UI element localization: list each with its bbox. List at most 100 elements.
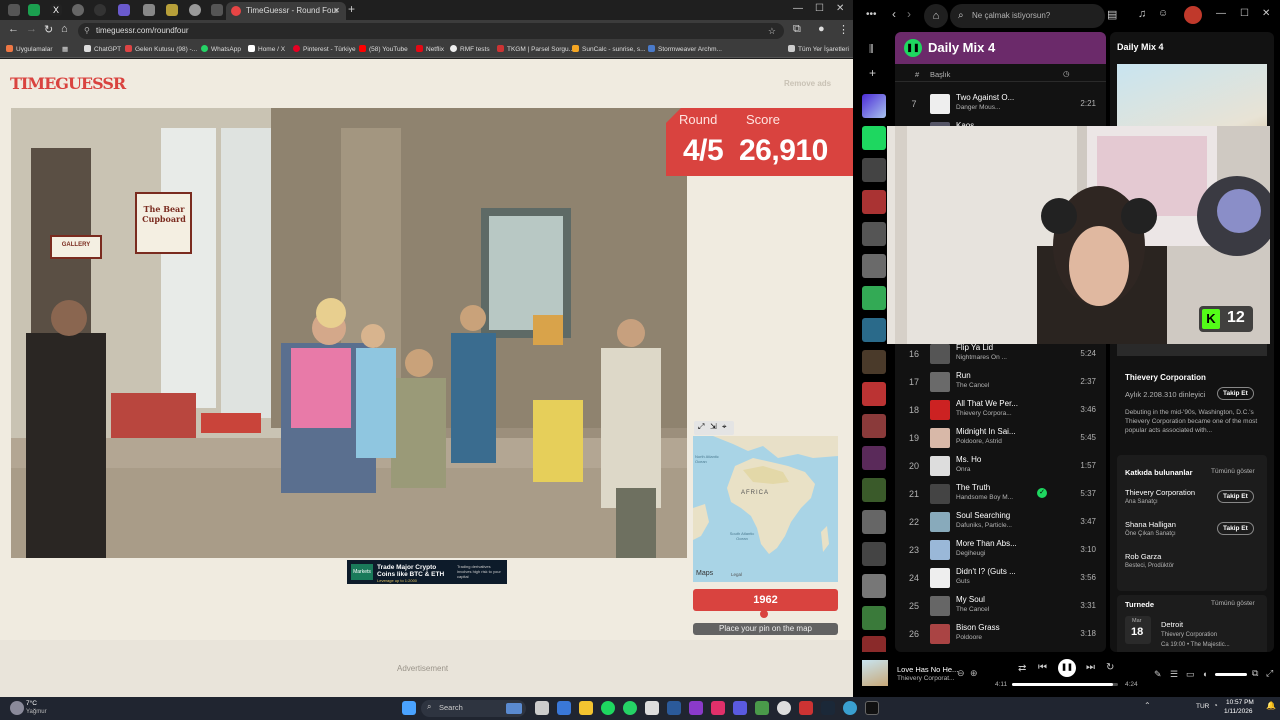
year-slider[interactable]: 1962	[693, 589, 838, 611]
menu-dots-icon[interactable]: •••	[866, 9, 877, 20]
playlist-thumb[interactable]	[862, 126, 886, 150]
track-row[interactable]: 26 Bison Grass Poldoore 3:18	[895, 620, 1106, 648]
add-to-playlist-icon[interactable]: ⊖	[957, 668, 965, 679]
app-icon[interactable]	[557, 701, 571, 715]
track-row[interactable]: 7 Two Against O... Danger Mous... 2:21	[895, 90, 1106, 118]
progress-bar[interactable]	[1012, 683, 1118, 686]
minimize-icon[interactable]: —	[1216, 8, 1226, 19]
now-playing-title[interactable]: Love Has No He...	[897, 665, 958, 674]
map-legal-link[interactable]: Legal	[731, 572, 742, 577]
previous-icon[interactable]: ⏮	[1038, 662, 1047, 673]
whatsapp-taskbar-icon[interactable]	[623, 701, 637, 715]
track-row[interactable]: 17 Run The Cancel 2:37	[895, 368, 1106, 396]
tab-muted-icon[interactable]	[211, 4, 223, 16]
credit-name[interactable]: Rob Garza	[1125, 552, 1161, 561]
bookmark-item[interactable]: RMF tests	[450, 44, 490, 56]
playlist-thumb[interactable]	[862, 254, 886, 278]
liked-songs-thumb[interactable]	[862, 94, 886, 118]
playlist-thumb[interactable]	[862, 158, 886, 182]
timeguessr-logo[interactable]: TIMEGUESSR	[10, 70, 126, 98]
tab-github-icon[interactable]	[94, 4, 106, 16]
playlist-thumb[interactable]	[862, 478, 886, 502]
artist-name[interactable]: Thievery Corporation	[1125, 373, 1206, 382]
crypto-ad-banner[interactable]: Markets Trade Major Crypto Coins like BT…	[347, 560, 507, 584]
chrome-taskbar-icon[interactable]	[777, 701, 791, 715]
track-row[interactable]: 23 More Than Abs... Degiheugi 3:10	[895, 536, 1106, 564]
now-playing-art[interactable]	[862, 660, 888, 686]
network-icon[interactable]: ◔	[1213, 701, 1218, 710]
start-icon[interactable]	[402, 701, 416, 715]
playlist-thumb[interactable]	[862, 446, 886, 470]
pause-icon[interactable]: ❚❚	[1058, 659, 1076, 677]
bookmark-grid-icon[interactable]: ▦	[62, 44, 68, 56]
taskbar-search[interactable]: ⌕ Search	[421, 700, 526, 717]
bookmark-item[interactable]: WhatsApp	[201, 44, 241, 56]
now-playing-view-icon[interactable]: ✎	[1154, 669, 1162, 680]
task-view-icon[interactable]	[535, 701, 549, 715]
bookmark-item[interactable]: Pinterest - Türkiye	[293, 44, 356, 56]
spotify-taskbar-icon[interactable]	[601, 701, 615, 715]
spotify-search-input[interactable]: ⌕ Ne çalmak istiyorsun?	[950, 4, 1105, 28]
tab-timeguessr[interactable]: TimeGuessr - Round Four ✕	[226, 2, 346, 20]
tray-chevron-icon[interactable]: ⌃	[1144, 701, 1151, 710]
app-icon[interactable]	[689, 701, 703, 715]
track-row[interactable]: 21 The Truth Handsome Boy M... ✓ 5:37	[895, 480, 1106, 508]
col-title[interactable]: Başlık	[930, 70, 950, 79]
tour-city[interactable]: Detroit	[1161, 620, 1183, 629]
map-fullscreen-icon[interactable]: ⤢	[698, 422, 704, 432]
bookmark-item[interactable]: Home / X	[248, 44, 285, 56]
app-icon[interactable]	[645, 701, 659, 715]
playlist-thumb[interactable]	[862, 510, 886, 534]
bookmark-item[interactable]: Stormweaver Archm...	[648, 44, 722, 56]
maximize-icon[interactable]: ☐	[815, 3, 824, 14]
app-icon[interactable]	[865, 701, 879, 715]
close-icon[interactable]: ✕	[1262, 8, 1270, 19]
create-playlist-icon[interactable]: +	[869, 66, 876, 80]
track-row[interactable]: 19 Midnight In Sai... Poldoore, Astrid 5:4…	[895, 424, 1106, 452]
map-expand-icon[interactable]: ⇲	[710, 422, 717, 431]
back-icon[interactable]: ←	[8, 23, 19, 35]
clock-date[interactable]: 1/11/2026	[1224, 708, 1252, 715]
photoshop-icon[interactable]	[667, 701, 681, 715]
follow-button[interactable]: Takip Et	[1217, 490, 1254, 503]
menu-icon[interactable]: ⋮	[838, 23, 849, 36]
playlist-thumb[interactable]	[862, 350, 886, 374]
shuffle-icon[interactable]: ⇄	[1018, 663, 1026, 674]
volume-icon[interactable]: ◖	[1202, 669, 1207, 679]
track-row[interactable]: 20 Ms. Ho Onra 1:57	[895, 452, 1106, 480]
app-icon[interactable]	[799, 701, 813, 715]
profile-icon[interactable]: ●	[818, 23, 825, 35]
add-icon[interactable]: ⊕	[970, 668, 978, 679]
discord-taskbar-icon[interactable]	[733, 701, 747, 715]
remove-ads-link[interactable]: Remove ads	[784, 79, 831, 88]
bookmark-item[interactable]: Tüm Yer İşaretleri	[788, 44, 849, 56]
playlist-thumb[interactable]	[862, 606, 886, 630]
bookmark-item[interactable]: Netflix	[416, 44, 444, 56]
devices-icon[interactable]: ▭	[1186, 669, 1195, 680]
tab-generic-icon[interactable]	[166, 4, 178, 16]
language-indicator[interactable]: TUR	[1196, 703, 1209, 710]
tab-generic-icon[interactable]	[143, 4, 155, 16]
playlist-thumb[interactable]	[862, 574, 886, 598]
follow-button[interactable]: Takip Et	[1217, 387, 1254, 400]
new-tab-icon[interactable]: +	[348, 2, 355, 16]
now-playing-artist[interactable]: Thievery Corporat...	[897, 675, 954, 682]
playlist-thumb[interactable]	[862, 414, 886, 438]
map-pin-icon[interactable]: ⌖	[722, 422, 727, 432]
playlist-thumb[interactable]	[862, 382, 886, 406]
steam-icon[interactable]	[821, 701, 835, 715]
tab-discord-icon[interactable]	[118, 4, 130, 16]
bookmark-item[interactable]: SunCalc - sunrise, s...	[572, 44, 646, 56]
close-tab-icon[interactable]: ✕	[333, 2, 340, 20]
forward-arrow-icon[interactable]: ›	[907, 7, 911, 21]
repeat-icon[interactable]: ↻	[1106, 662, 1114, 673]
site-info-icon[interactable]: ⚲	[84, 23, 90, 39]
bell-icon[interactable]: ♫	[1138, 8, 1146, 20]
back-arrow-icon[interactable]: ‹	[892, 7, 896, 21]
extensions-icon[interactable]: ⧉	[793, 23, 801, 36]
track-row[interactable]: 16 Flip Ya Lid Nightmares On ... 5:24	[895, 340, 1106, 368]
tab-sheets-icon[interactable]	[28, 4, 40, 16]
bookmark-item[interactable]: (58) YouTube	[359, 44, 408, 56]
bookmark-item[interactable]: Uygulamalar	[6, 44, 53, 56]
volume-slider[interactable]	[1215, 673, 1247, 676]
